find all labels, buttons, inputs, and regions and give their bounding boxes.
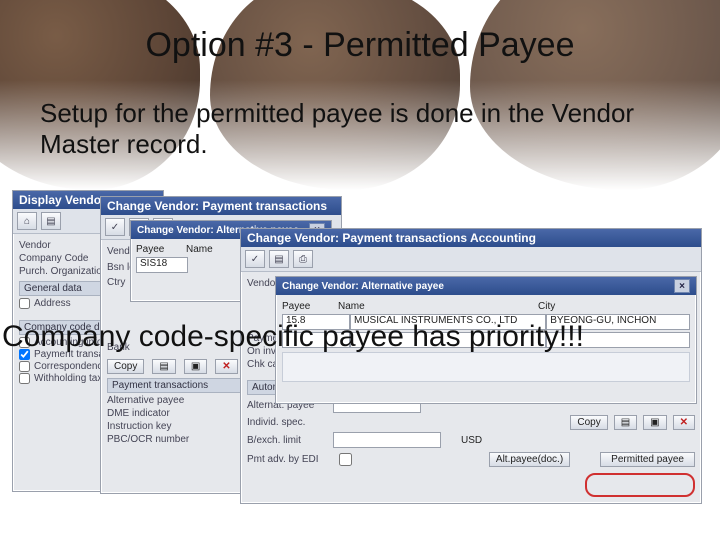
- titlebar: Change Vendor: Payment transactions: [101, 197, 341, 215]
- copy-button[interactable]: Copy: [570, 415, 607, 430]
- permitted-payee-button[interactable]: Permitted payee: [600, 452, 695, 467]
- icon-button[interactable]: ▤: [614, 415, 637, 430]
- toolbar-button[interactable]: ⌂: [17, 212, 37, 230]
- label-company-code: Company Code: [19, 253, 109, 264]
- scroll-area[interactable]: [282, 352, 690, 382]
- window-title: Change Vendor: Alternative payee: [282, 281, 444, 292]
- col-city: City: [538, 301, 658, 312]
- input-btch[interactable]: [333, 432, 441, 448]
- icon-button[interactable]: ▣: [643, 415, 666, 430]
- window-title: Change Vendor: Payment transactions: [107, 199, 327, 213]
- icon-button[interactable]: ▣: [184, 359, 207, 374]
- alt-payee-doc-button[interactable]: Alt.payee(doc.): [489, 452, 570, 467]
- toolbar-button[interactable]: ✓: [245, 250, 265, 268]
- col-payee: Payee: [136, 244, 176, 255]
- label-pbc-ocr: PBC/OCR number: [107, 434, 197, 445]
- label-vendor: Vendor: [19, 240, 109, 251]
- label-alt-payee: Alternative payee: [107, 395, 197, 406]
- toolbar-button[interactable]: ▤: [41, 212, 61, 230]
- toolbar-button[interactable]: ✓: [105, 218, 125, 236]
- label-btch: B/exch. limit: [247, 435, 327, 446]
- toolbar: ✓ ▤ ⎙: [241, 247, 701, 272]
- label-pmt-edi: Pmt adv. by EDI: [247, 454, 333, 465]
- slide-subtitle: Setup for the permitted payee is done in…: [40, 98, 680, 159]
- window-title: Display Vendor: [19, 193, 106, 207]
- icon-button[interactable]: ▤: [152, 359, 175, 374]
- col-payee: Payee: [282, 301, 338, 312]
- label-purch-org: Purch. Organization: [19, 266, 109, 277]
- delete-button[interactable]: ✕: [673, 415, 695, 430]
- delete-button[interactable]: ✕: [215, 359, 237, 374]
- copy-button[interactable]: Copy: [107, 359, 144, 374]
- toolbar-button[interactable]: ▤: [269, 250, 289, 268]
- titlebar: Change Vendor: Alternative payee ×: [276, 277, 696, 295]
- toolbar-button[interactable]: ⎙: [293, 250, 313, 268]
- priority-note: Company code-specific payee has priority…: [2, 320, 718, 354]
- slide: Option #3 - Permitted Payee Setup for th…: [0, 0, 720, 540]
- label-usd: USD: [461, 435, 482, 446]
- window-title: Change Vendor: Payment transactions Acco…: [247, 231, 536, 245]
- col-name: Name: [338, 301, 538, 312]
- close-icon[interactable]: ×: [674, 279, 690, 293]
- slide-title: Option #3 - Permitted Payee: [0, 26, 720, 65]
- titlebar: Change Vendor: Payment transactions Acco…: [241, 229, 701, 247]
- checkbox-pmt-edi[interactable]: [339, 453, 352, 466]
- label-individ: Individ. spec.: [247, 417, 327, 428]
- col-name: Name: [186, 244, 226, 255]
- input-payee[interactable]: SIS18: [136, 257, 188, 273]
- label-instruction: Instruction key: [107, 421, 197, 432]
- label-dme: DME indicator: [107, 408, 197, 419]
- permitted-highlight: [585, 473, 695, 497]
